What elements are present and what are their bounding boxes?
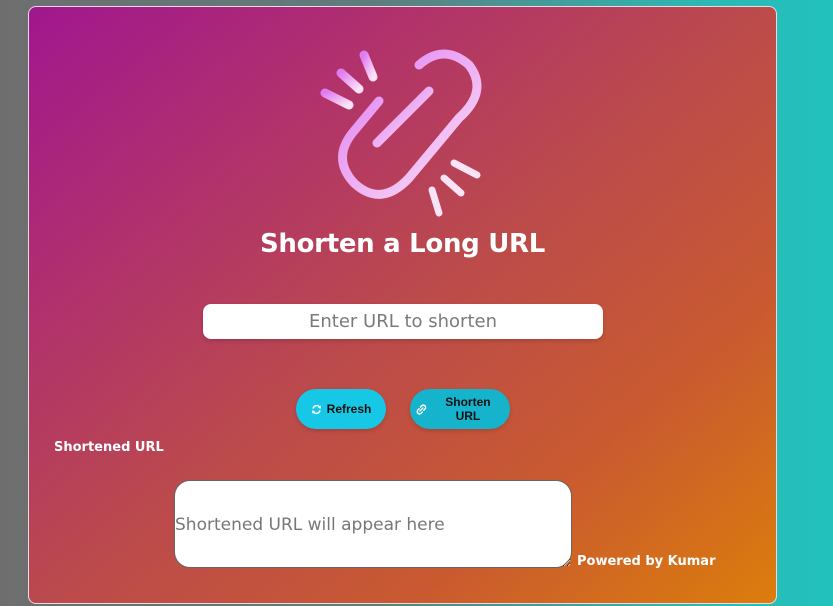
powered-by-text: Powered by Kumar — [577, 554, 716, 569]
broken-link-icon — [320, 49, 482, 217]
url-input[interactable] — [203, 304, 603, 339]
shortened-url-output[interactable] — [174, 480, 572, 568]
main-card: Shorten a Long URL Refresh Shorten URL S… — [28, 6, 777, 604]
shorten-url-button-label: Shorten URL — [445, 395, 491, 423]
refresh-icon — [311, 404, 321, 414]
page-title: Shorten a Long URL — [259, 229, 546, 259]
shortened-url-label: Shortened URL — [54, 440, 164, 455]
refresh-button[interactable]: Refresh — [296, 389, 386, 429]
link-icon — [416, 403, 427, 415]
shorten-url-button[interactable]: Shorten URL — [410, 389, 510, 429]
refresh-button-label: Refresh — [326, 402, 372, 416]
